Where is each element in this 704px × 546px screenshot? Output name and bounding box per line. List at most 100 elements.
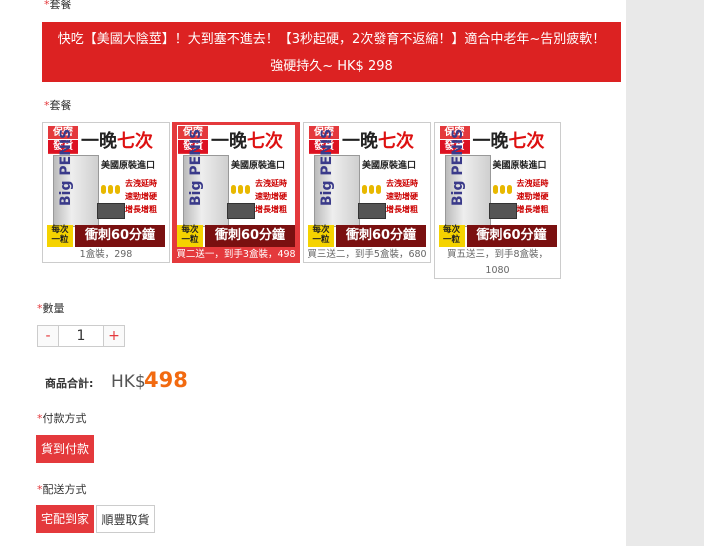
origin-text: 美國原裝進口: [101, 161, 156, 171]
delivery-option-sf[interactable]: 順豐取貨: [96, 505, 155, 533]
quantity-stepper: - 1 +: [37, 325, 125, 347]
effect-1: 去洩延時: [516, 179, 549, 188]
package-caption: 1盒裝，298: [79, 249, 133, 260]
promo-banner: 快吃【美國大陰莖】！大到塞不進去！【3秒起硬，2次發育不返縮！】適合中老年~告別…: [42, 22, 621, 82]
pills-icon: [492, 179, 514, 198]
origin-text: 美國原裝進口: [492, 161, 547, 171]
section-label: 套餐: [49, 0, 72, 11]
blister-pack: [488, 203, 517, 219]
pills-icon: [362, 179, 383, 198]
headline: 一晚七次: [342, 127, 414, 153]
product-image: 保密 發貨 一晚七次 Big PENIS 美國原裝進口 去洩延時 速勁增硬 增長…: [438, 125, 557, 247]
bottom-strip: 每次 一粒 衝刺60分鐘: [308, 225, 426, 247]
blister-pack: [358, 203, 386, 219]
section-label: 付款方式: [42, 412, 87, 425]
blister-pack: [227, 203, 255, 219]
quantity-label: *數量: [37, 300, 65, 316]
bottom-strip: 每次 一粒 衝刺60分鐘: [47, 225, 165, 247]
dosage-a: 每次: [181, 225, 199, 235]
dosage-badge: 每次 一粒: [308, 225, 334, 247]
quantity-value[interactable]: 1: [59, 326, 103, 346]
headline-b: 七次: [117, 131, 153, 152]
effect-3: 增長增粗: [125, 205, 157, 214]
top-section-label: *套餐: [44, 0, 72, 12]
payment-label: *付款方式: [37, 410, 87, 426]
package-option-1[interactable]: 保密 發貨 一晚七次 Big PENIS 美國原裝進口 去洩延時 速勁增硬 增長…: [42, 122, 170, 263]
order-form-panel: *套餐 快吃【美國大陰莖】！大到塞不進去！【3秒起硬，2次發育不返縮！】適合中老…: [0, 0, 626, 546]
product-box: Big PENIS: [183, 129, 229, 227]
effect-1: 去洩延時: [125, 179, 157, 188]
product-image: 保密 發貨 一晚七次 Big PENIS 美國原裝進口 去洩延時 速勁增硬 增長…: [47, 125, 165, 247]
decrement-button[interactable]: -: [38, 326, 59, 346]
section-label: 套餐: [49, 99, 72, 112]
bottom-strip: 每次 一粒 衝刺60分鐘: [438, 225, 557, 247]
effect-3: 增長增粗: [255, 205, 287, 214]
impact-text: 衝刺60分鐘: [205, 225, 295, 247]
product-box: Big PENIS: [314, 129, 360, 227]
section-label: 數量: [42, 302, 65, 315]
headline: 一晚七次: [81, 127, 153, 153]
effect-2: 速勁增硬: [516, 192, 549, 201]
effect-2: 速勁增硬: [125, 192, 157, 201]
impact-text: 衝刺60分鐘: [466, 225, 557, 247]
effect-1: 去洩延時: [255, 179, 287, 188]
blister-pack: [97, 203, 125, 219]
dosage-b: 一粒: [51, 235, 69, 245]
dosage-b: 一粒: [181, 235, 199, 245]
headline-b: 七次: [247, 131, 283, 152]
brand-text: Big PENIS: [58, 128, 74, 206]
effects-list: 去洩延時 速勁增硬 增長增粗: [386, 177, 418, 216]
product-box: Big PENIS: [53, 129, 99, 227]
origin-text: 美國原裝進口: [362, 161, 417, 171]
package-caption: 買三送二，到手5盒裝，680: [307, 249, 427, 260]
headline-a: 一晚: [211, 131, 247, 152]
effects-list: 去洩延時 速勁增硬 增長增粗: [517, 177, 549, 216]
dosage-badge: 每次 一粒: [438, 225, 465, 247]
origin-text: 美國原裝進口: [231, 161, 286, 171]
package-caption: 買五送三，到手8盒裝，1080: [446, 249, 549, 276]
section-label: 配送方式: [42, 483, 87, 496]
promo-line-1: 快吃【美國大陰莖】！大到塞不進去！【3秒起硬，2次發育不返縮！】適合中老年~告別…: [57, 32, 606, 47]
effect-2: 速勁增硬: [255, 192, 287, 201]
payment-option-cod[interactable]: 貨到付款: [36, 435, 94, 463]
effects-list: 去洩延時 速勁增硬 增長增粗: [125, 177, 157, 216]
package-option-2[interactable]: 保密 發貨 一晚七次 Big PENIS 美國原裝進口 去洩延時 速勁增硬 增長…: [172, 122, 300, 263]
impact-text: 衝刺60分鐘: [336, 225, 426, 247]
headline-a: 一晚: [81, 131, 117, 152]
product-box: Big PENIS: [444, 129, 491, 227]
dosage-a: 每次: [312, 225, 330, 235]
brand-text: Big PENIS: [188, 128, 204, 206]
increment-button[interactable]: +: [103, 326, 124, 346]
promo-line-2: 強硬持久~ HK$ 298: [270, 59, 393, 74]
headline-b: 七次: [378, 131, 414, 152]
effect-2: 速勁增硬: [386, 192, 418, 201]
effect-1: 去洩延時: [386, 179, 418, 188]
package-caption: 買二送一，到手3盒裝，498: [176, 249, 296, 260]
total-label: 商品合計:: [45, 377, 94, 390]
brand-text: Big PENIS: [319, 128, 335, 206]
pills-icon: [101, 179, 122, 198]
pills-icon: [231, 179, 252, 198]
effect-3: 增長增粗: [386, 205, 418, 214]
headline: 一晚七次: [473, 127, 545, 153]
delivery-option-home[interactable]: 宅配到家: [36, 505, 94, 533]
dosage-b: 一粒: [312, 235, 330, 245]
brand-text: Big PENIS: [449, 128, 466, 206]
package-option-4[interactable]: 保密 發貨 一晚七次 Big PENIS 美國原裝進口 去洩延時 速勁增硬 增長…: [434, 122, 561, 279]
total-amount: 498: [144, 368, 188, 392]
dosage-badge: 每次 一粒: [177, 225, 203, 247]
headline: 一晚七次: [211, 127, 283, 153]
headline-a: 一晚: [472, 131, 509, 152]
product-image: 保密 發貨 一晚七次 Big PENIS 美國原裝進口 去洩延時 速勁增硬 增長…: [308, 125, 426, 247]
product-image: 保密 發貨 一晚七次 Big PENIS 美國原裝進口 去洩延時 速勁增硬 增長…: [177, 125, 295, 247]
effects-list: 去洩延時 速勁增硬 增長增粗: [255, 177, 287, 216]
package-option-3[interactable]: 保密 發貨 一晚七次 Big PENIS 美國原裝進口 去洩延時 速勁增硬 增長…: [303, 122, 431, 263]
bottom-strip: 每次 一粒 衝刺60分鐘: [177, 225, 295, 247]
delivery-label: *配送方式: [37, 481, 87, 497]
dosage-b: 一粒: [442, 235, 460, 245]
dosage-a: 每次: [51, 225, 69, 235]
headline-a: 一晚: [342, 131, 378, 152]
effect-3: 增長增粗: [516, 205, 549, 214]
total-currency: HK$: [111, 372, 146, 392]
package-section-label: *套餐: [44, 97, 72, 113]
